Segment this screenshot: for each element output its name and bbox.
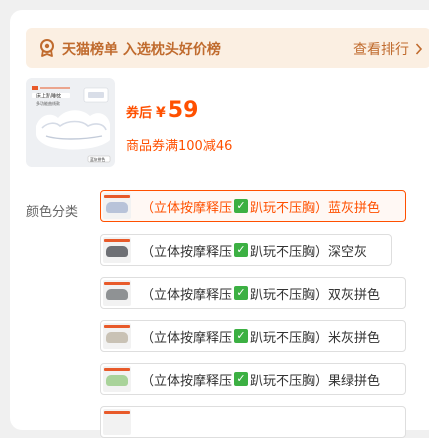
option-suffix: 趴玩不压胸）果绿拼色	[250, 373, 381, 389]
color-category-label: 颜色分类	[26, 205, 79, 220]
view-ranking-link[interactable]: 查看排行	[353, 39, 423, 59]
color-swatch	[106, 289, 128, 300]
check-icon: ✓	[234, 286, 249, 300]
option-prefix: （立体按摩释压	[141, 200, 233, 216]
currency-symbol: ¥	[156, 105, 166, 121]
option-prefix: （立体按摩释压	[141, 373, 233, 389]
tmall-ranking-banner[interactable]: 天猫榜单 入选枕头好价榜 查看排行	[26, 28, 429, 68]
option-suffix: 趴玩不压胸）深空灰	[250, 244, 368, 260]
medal-icon	[40, 39, 54, 57]
chevron-right-icon	[415, 43, 423, 55]
check-icon: ✓	[234, 329, 249, 343]
check-icon: ✓	[234, 372, 249, 386]
color-option-thumbnail	[103, 280, 131, 306]
coupon-text[interactable]: 商品券满100减46	[126, 135, 232, 154]
image-caption-title: 床上趴睡枕	[36, 93, 61, 100]
color-swatch	[106, 202, 128, 213]
option-prefix: （立体按摩释压	[141, 330, 233, 346]
option-prefix: （立体按摩释压	[141, 287, 233, 303]
color-option-thumbnail	[103, 193, 131, 219]
banner-title: 天猫榜单 入选枕头好价榜	[62, 42, 221, 58]
color-option-thumbnail	[103, 366, 131, 392]
color-swatch	[106, 332, 128, 343]
color-option-beige-gray[interactable]: （立体按摩释压 ✓ 趴玩不压胸）米灰拼色	[100, 320, 406, 352]
product-sku-card: 天猫榜单 入选枕头好价榜 查看排行 床上趴睡枕 多功能曲线款 蓝灰拼色 券后 ¥…	[10, 10, 429, 438]
price-block: 券后 ¥ 59	[126, 98, 198, 123]
image-caption-sub: 多功能曲线款	[36, 100, 60, 106]
color-option-fruit-green[interactable]: （立体按摩释压 ✓ 趴玩不压胸）果绿拼色	[100, 363, 406, 395]
color-option-double-gray[interactable]: （立体按摩释压 ✓ 趴玩不压胸）双灰拼色	[100, 277, 406, 309]
color-swatch	[106, 375, 128, 386]
image-color-tag: 蓝灰拼色	[90, 157, 105, 162]
color-option-thumbnail	[103, 409, 131, 435]
option-prefix: （立体按摩释压	[141, 244, 233, 260]
option-suffix: 趴玩不压胸）蓝灰拼色	[250, 200, 381, 216]
check-icon: ✓	[234, 243, 249, 257]
check-icon: ✓	[234, 199, 249, 213]
product-thumbnail[interactable]: 床上趴睡枕 多功能曲线款 蓝灰拼色	[26, 78, 115, 167]
color-swatch	[106, 246, 128, 257]
color-option-thumbnail	[103, 323, 131, 349]
option-suffix: 趴玩不压胸）双灰拼色	[250, 287, 381, 303]
pillow-product-image: 床上趴睡枕 多功能曲线款 蓝灰拼色	[32, 86, 111, 163]
color-option-partial[interactable]	[100, 406, 406, 438]
color-option-blue-gray[interactable]: （立体按摩释压 ✓ 趴玩不压胸）蓝灰拼色	[100, 190, 406, 222]
color-option-thumbnail	[103, 237, 131, 263]
option-suffix: 趴玩不压胸）米灰拼色	[250, 330, 381, 346]
price-value: 59	[167, 98, 199, 123]
color-option-space-gray[interactable]: （立体按摩释压 ✓ 趴玩不压胸）深空灰	[100, 234, 392, 266]
view-ranking-label: 查看排行	[353, 42, 409, 58]
price-after-coupon-label: 券后	[126, 106, 153, 121]
